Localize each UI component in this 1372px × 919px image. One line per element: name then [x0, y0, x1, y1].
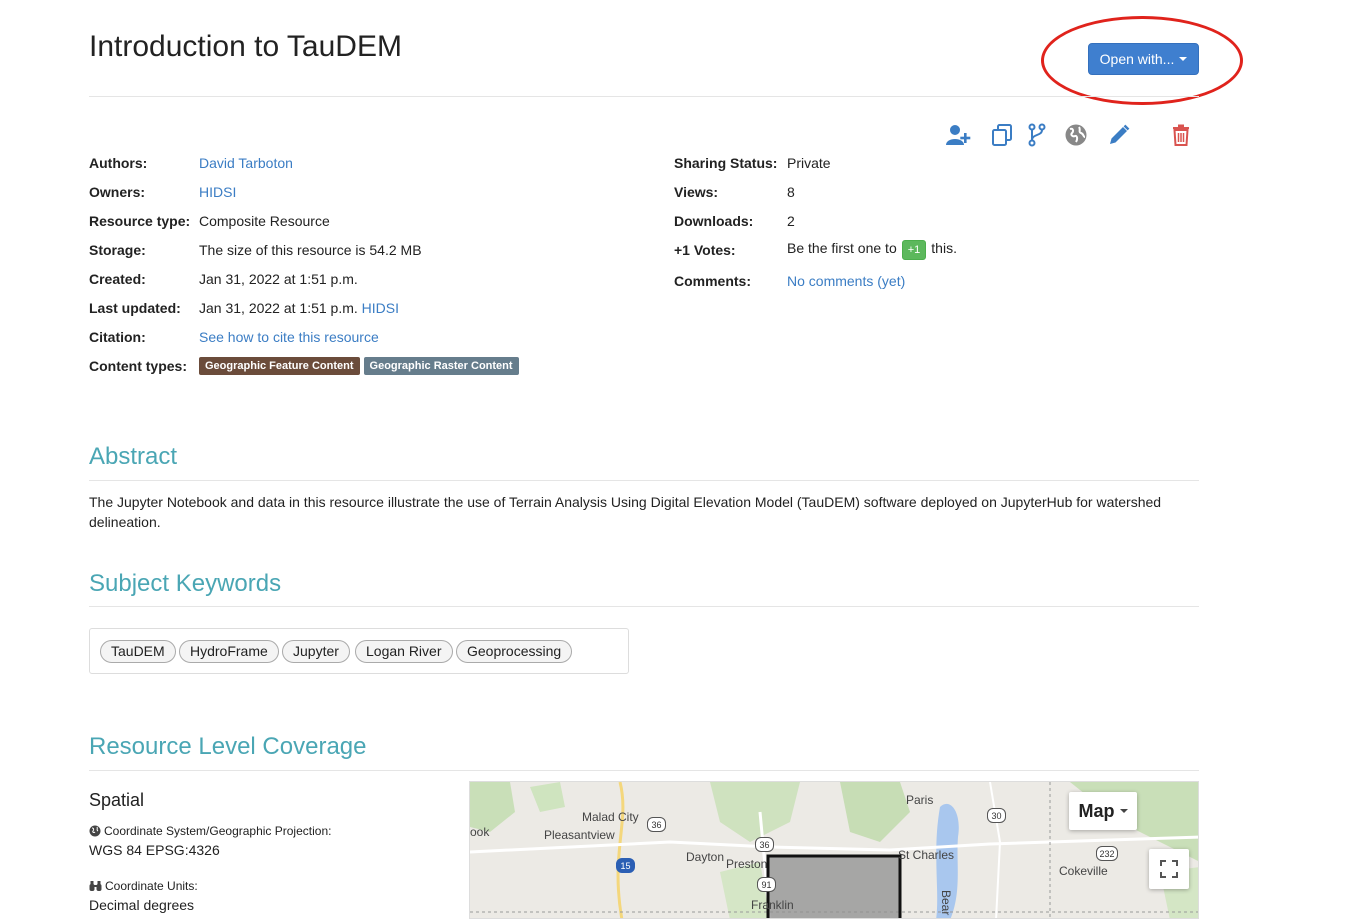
downloads-label: Downloads: — [674, 212, 754, 229]
views-value: 8 — [787, 183, 795, 200]
citation-link[interactable]: See how to cite this resource — [199, 329, 379, 345]
route-shield: 15 — [616, 858, 635, 873]
title-divider — [89, 96, 1199, 97]
caret-down-icon — [1119, 809, 1128, 813]
route-shield: 91 — [757, 877, 776, 892]
route-shield: 36 — [755, 837, 774, 852]
citation-label: Citation: — [89, 328, 146, 345]
content-type-badge: Geographic Feature Content — [199, 357, 360, 375]
keywords-box: TauDEM HydroFrame Jupyter Logan River Ge… — [89, 628, 629, 674]
created-label: Created: — [89, 270, 146, 287]
map-place-label: Malad City — [582, 810, 639, 824]
keywords-heading: Subject Keywords — [89, 570, 282, 597]
keyword-tag[interactable]: Geoprocessing — [456, 640, 573, 663]
comments-label: Comments: — [674, 272, 752, 289]
coverage-map[interactable]: Paris Malad City ook Pleasantview Dayton… — [469, 781, 1199, 919]
created-value: Jan 31, 2022 at 1:51 p.m. — [199, 270, 358, 287]
content-types-label: Content types: — [89, 357, 187, 374]
crs-label: Coordinate System/Geographic Projection: — [89, 824, 331, 838]
map-place-label: Cokeville — [1059, 864, 1108, 878]
resource-metadata-right: Sharing Status: Private Views: 8 Downloa… — [674, 148, 957, 297]
caret-down-icon — [1179, 57, 1188, 61]
map-place-label: Pleasantview — [544, 828, 615, 842]
last-updated-value: Jan 31, 2022 at 1:51 p.m. — [199, 299, 358, 316]
route-shield: 232 — [1096, 846, 1118, 861]
author-link[interactable]: David Tarboton — [199, 155, 293, 171]
pencil-icon[interactable] — [1106, 122, 1132, 148]
votes-label: +1 Votes: — [674, 241, 736, 258]
trash-icon[interactable] — [1168, 122, 1194, 148]
map-place-label: Paris — [906, 793, 934, 807]
votes-suffix: this. — [931, 239, 957, 256]
map-place-label: St Charles — [898, 848, 955, 862]
abstract-text: The Jupyter Notebook and data in this re… — [89, 494, 1162, 530]
content-type-badge: Geographic Raster Content — [363, 357, 519, 375]
units-value: Decimal degrees — [89, 897, 195, 913]
route-shield: 36 — [647, 817, 666, 832]
keyword-tag[interactable]: TauDEM — [100, 640, 176, 663]
last-updated-label: Last updated: — [89, 299, 181, 316]
copy-icon[interactable] — [989, 122, 1015, 148]
abstract-divider — [89, 480, 1199, 481]
map-place-label: Bear Lak — [939, 890, 953, 919]
spatial-heading: Spatial — [89, 790, 145, 810]
resource-type-value: Composite Resource — [199, 212, 330, 229]
storage-label: Storage: — [89, 241, 146, 258]
route-shield: 30 — [987, 808, 1006, 823]
sharing-status-label: Sharing Status: — [674, 154, 778, 171]
map-place-label: Franklin — [751, 898, 794, 912]
keyword-tag[interactable]: HydroFrame — [179, 640, 279, 663]
open-with-button[interactable]: Open with... — [1088, 43, 1199, 75]
views-label: Views: — [674, 183, 719, 200]
page-title: Introduction to TauDEM — [89, 30, 402, 63]
abstract-heading: Abstract — [89, 443, 178, 470]
storage-value: The size of this resource is 54.2 MB — [199, 241, 422, 258]
coverage-divider — [89, 770, 1199, 771]
keyword-tag[interactable]: Jupyter — [282, 640, 350, 663]
map-type-label: Map — [1078, 800, 1115, 821]
map-type-button[interactable]: Map — [1069, 792, 1137, 830]
votes-prefix: Be the first one to — [787, 239, 897, 256]
map-place-label: Preston — [726, 857, 768, 871]
map-place-label: ook — [470, 825, 490, 839]
globe-icon — [89, 825, 101, 837]
resource-metadata-left: Authors: David Tarboton Owners: HIDSI Re… — [89, 148, 523, 380]
keyword-tag[interactable]: Logan River — [355, 640, 453, 663]
binoculars-icon — [89, 881, 102, 891]
fork-icon[interactable] — [1024, 122, 1050, 148]
fullscreen-icon — [1160, 860, 1178, 878]
plus-one-button[interactable]: +1 — [901, 239, 927, 260]
crs-value: WGS 84 EPSG:4326 — [89, 842, 220, 858]
sharing-status-value: Private — [787, 154, 831, 171]
comments-link[interactable]: No comments (yet) — [787, 273, 905, 289]
fullscreen-button[interactable] — [1149, 849, 1189, 889]
owner-link[interactable]: HIDSI — [199, 184, 236, 200]
authors-label: Authors: — [89, 154, 148, 171]
owners-label: Owners: — [89, 183, 146, 200]
resource-type-label: Resource type: — [89, 212, 191, 229]
coverage-heading: Resource Level Coverage — [89, 733, 367, 760]
open-with-label: Open with... — [1099, 51, 1175, 67]
map-place-label: Dayton — [686, 850, 725, 864]
updated-by-link[interactable]: HIDSI — [362, 300, 399, 316]
globe-icon[interactable] — [1063, 122, 1089, 148]
downloads-value: 2 — [787, 212, 795, 229]
keywords-divider — [89, 606, 1199, 607]
share-user-icon[interactable] — [946, 122, 972, 148]
units-label: Coordinate Units: — [89, 879, 198, 893]
